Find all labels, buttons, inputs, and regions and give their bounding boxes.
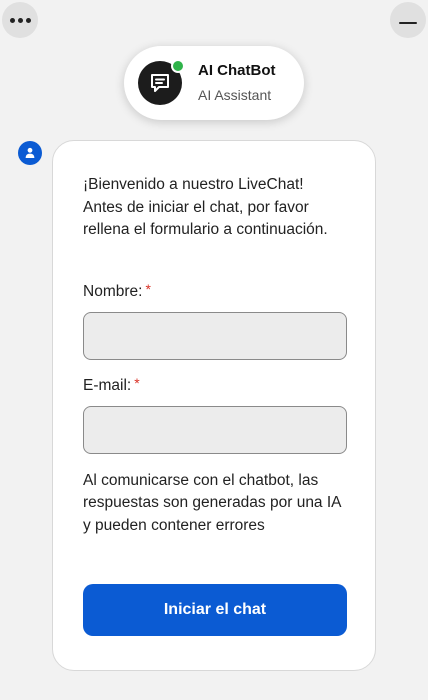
minimize-icon — [399, 21, 417, 25]
bot-header: AI ChatBot AI Assistant — [124, 46, 304, 120]
required-marker: * — [134, 374, 140, 391]
required-marker: * — [145, 280, 151, 297]
chat-bubble-icon — [151, 74, 169, 92]
online-status-dot — [171, 59, 185, 73]
start-chat-button[interactable]: Iniciar el chat — [83, 584, 347, 636]
email-label: E-mail: * — [83, 374, 345, 396]
minimize-button[interactable] — [390, 2, 426, 38]
bot-avatar — [138, 59, 185, 105]
more-horizontal-icon — [9, 17, 31, 23]
email-label-text: E-mail: — [83, 376, 132, 394]
menu-button[interactable] — [2, 2, 38, 38]
welcome-message: ¡Bienvenido a nuestro LiveChat! Antes de… — [83, 176, 328, 238]
email-field[interactable] — [83, 405, 347, 454]
bot-subtitle: AI Assistant — [198, 86, 272, 103]
name-label-text: Nombre: — [83, 282, 143, 300]
user-icon — [18, 141, 42, 165]
name-field[interactable] — [83, 311, 347, 360]
name-label: Nombre: * — [83, 280, 345, 302]
welcome-form-card: ¡Bienvenido a nuestro LiveChat! Antes de… — [52, 140, 376, 671]
ai-disclaimer: Al comunicarse con el chatbot, las respu… — [83, 471, 341, 534]
bot-name: AI ChatBot — [198, 61, 276, 79]
